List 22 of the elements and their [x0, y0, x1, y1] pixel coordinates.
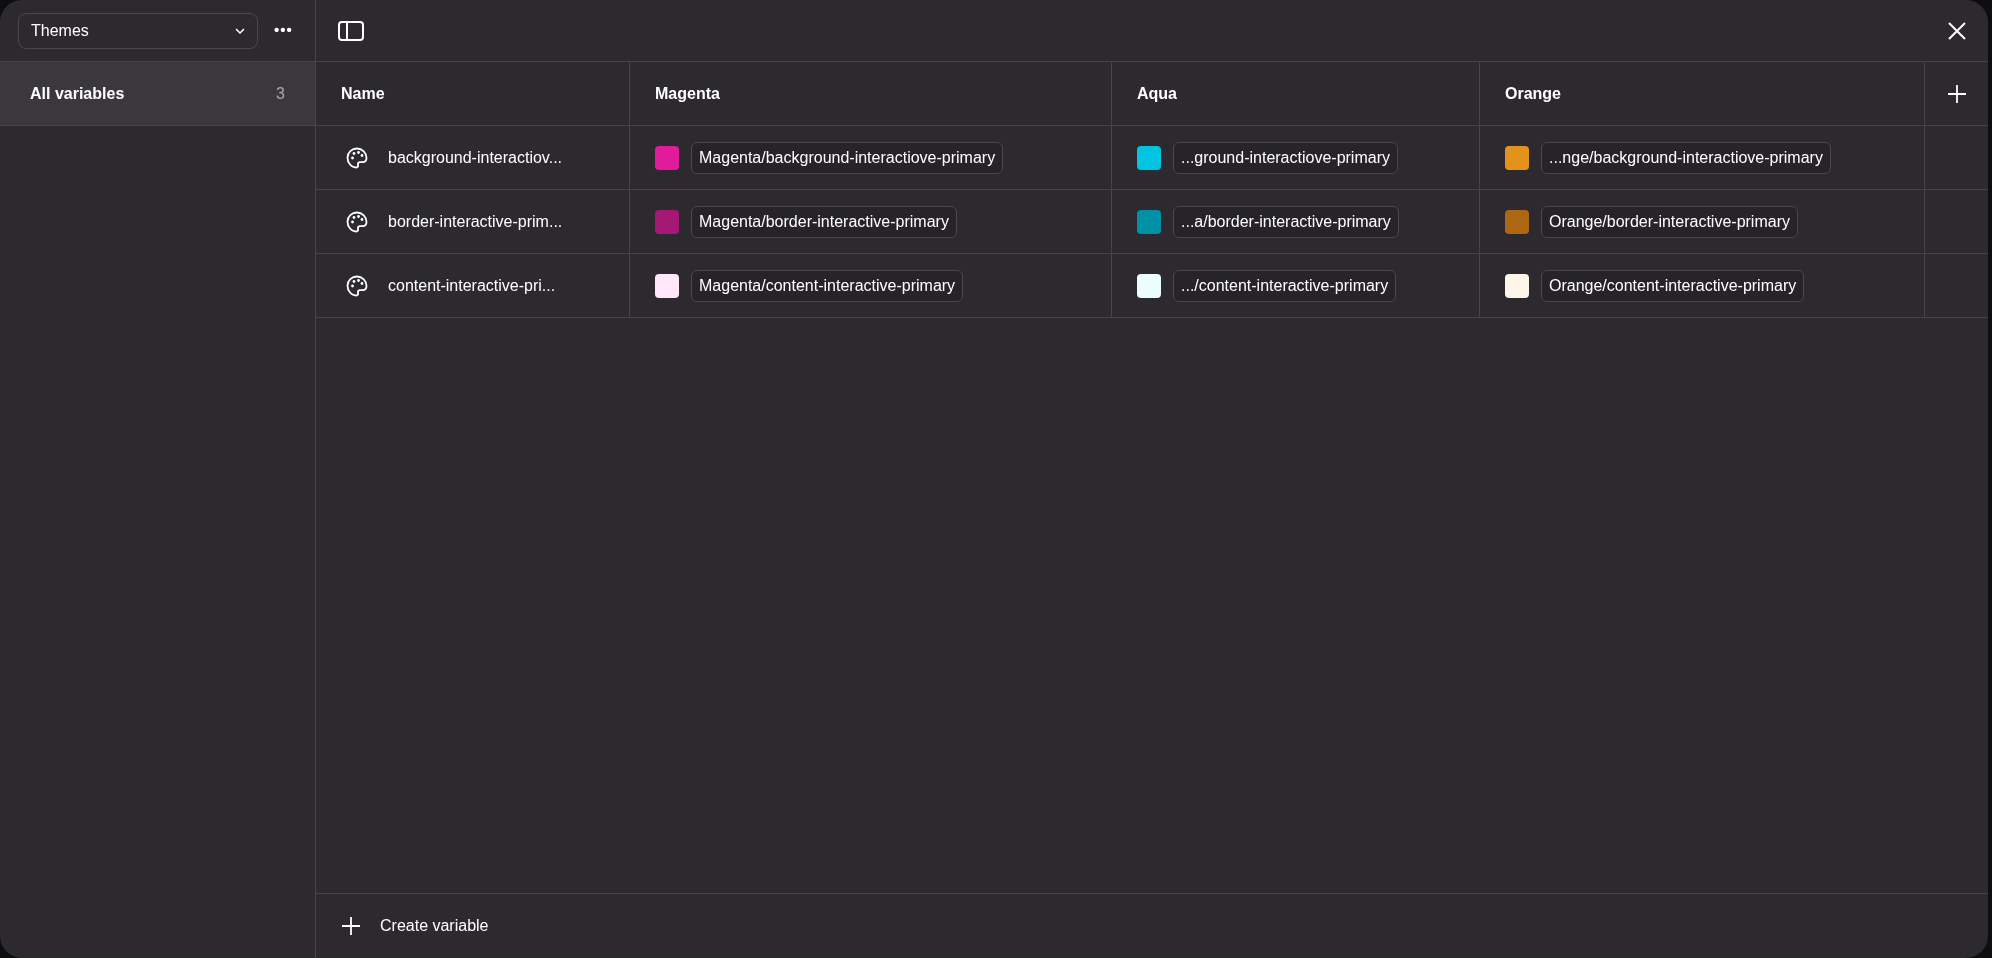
column-header: Name — [341, 83, 385, 104]
column-header: Magenta — [655, 83, 720, 104]
alias-pill[interactable]: ...nge/background-interactiove-primary — [1541, 141, 1831, 174]
variable-name: border-interactive-prim... — [388, 211, 563, 232]
alias-pill[interactable]: .../content-interactive-primary — [1173, 269, 1397, 302]
alias-pill[interactable]: Magenta/background-interactiove-primary — [691, 141, 1004, 174]
variable-name: content-interactive-pri... — [388, 275, 556, 296]
create-variable-button[interactable]: Create variable — [342, 914, 489, 938]
item-count: 3 — [276, 83, 285, 104]
more-button[interactable]: ••• — [274, 19, 293, 42]
alias-pill[interactable]: ...a/border-interactive-primary — [1173, 205, 1399, 238]
theme-dropdown[interactable]: Themes — [18, 12, 258, 49]
alias-pill[interactable]: ...ground-interactiove-primary — [1173, 141, 1398, 174]
variable-name: background-interactiov... — [388, 147, 562, 168]
alias-pill[interactable]: Magenta/border-interactive-primary — [691, 205, 957, 238]
sidebar-item[interactable]: All variables 3 — [0, 62, 315, 126]
column-header: Orange — [1505, 83, 1561, 104]
alias-pill[interactable]: Orange/border-interactive-primary — [1541, 205, 1798, 238]
sidebar-item-label: All variables — [30, 83, 125, 104]
alias-pill[interactable]: Magenta/content-interactive-primary — [691, 269, 964, 302]
alias-pill[interactable]: Orange/content-interactive-primary — [1541, 269, 1805, 302]
column-header: Aqua — [1137, 83, 1177, 104]
